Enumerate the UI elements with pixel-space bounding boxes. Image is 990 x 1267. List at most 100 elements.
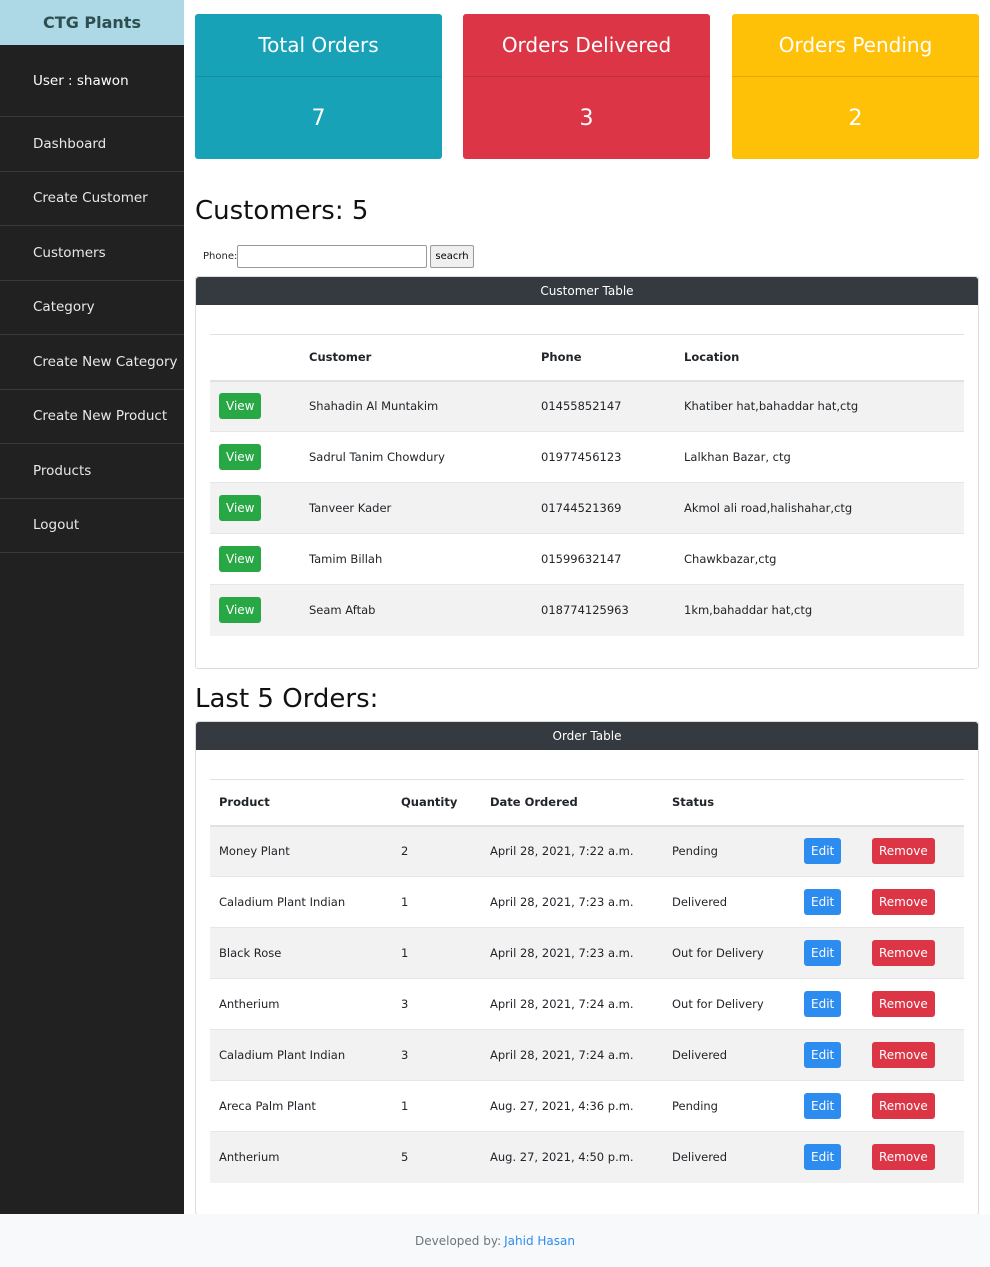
order-product: Antherium — [210, 1131, 392, 1183]
edit-button[interactable]: Edit — [804, 1093, 842, 1119]
column-header-quantity: Quantity — [392, 779, 481, 827]
customer-table: Customer Phone Location View Shahadin Al… — [210, 334, 964, 636]
author-link[interactable]: Jahid Hasan — [504, 1234, 575, 1248]
order-date: April 28, 2021, 7:23 a.m. — [481, 876, 663, 928]
customer-name: Tanveer Kader — [300, 482, 532, 534]
order-table: Product Quantity Date Ordered Status Mon… — [210, 779, 964, 1183]
phone-search-form: Phone: seacrh — [203, 244, 979, 269]
sidebar-item-logout[interactable]: Logout — [0, 499, 184, 553]
column-header-location: Location — [675, 334, 964, 382]
column-header — [210, 334, 300, 382]
edit-button[interactable]: Edit — [804, 889, 842, 915]
sidebar-item-create-new-product[interactable]: Create New Product — [0, 390, 184, 444]
remove-button[interactable]: Remove — [872, 1144, 935, 1171]
table-row: View Seam Aftab 018774125963 1km,bahadda… — [210, 584, 964, 636]
order-product: Black Rose — [210, 927, 392, 979]
customer-phone: 018774125963 — [532, 584, 675, 636]
view-button[interactable]: View — [219, 495, 262, 521]
edit-button[interactable]: Edit — [804, 991, 842, 1017]
table-row: Caladium Plant Indian 1 April 28, 2021, … — [210, 876, 964, 928]
order-product: Caladium Plant Indian — [210, 1029, 392, 1081]
view-button[interactable]: View — [219, 444, 262, 470]
orders-heading: Last 5 Orders: — [195, 684, 379, 714]
customer-table-title: Customer Table — [196, 277, 978, 305]
order-quantity: 1 — [392, 1080, 481, 1132]
customer-name: Sadrul Tanim Chowdury — [300, 431, 532, 483]
customer-location: Khatiber hat,bahaddar hat,ctg — [675, 380, 964, 432]
table-row: View Tamim Billah 01599632147 Chawkbazar… — [210, 533, 964, 585]
column-header-customer: Customer — [300, 334, 532, 382]
order-product: Money Plant — [210, 825, 392, 877]
card-value: 3 — [579, 105, 594, 131]
view-button[interactable]: View — [219, 597, 262, 624]
card-title: Orders Pending — [732, 14, 979, 77]
order-product: Caladium Plant Indian — [210, 876, 392, 928]
order-table-title: Order Table — [196, 722, 978, 750]
order-product: Antherium — [210, 978, 392, 1030]
card-value: 7 — [311, 105, 326, 131]
customer-phone: 01977456123 — [532, 431, 675, 483]
order-quantity: 1 — [392, 876, 481, 928]
total-orders-card: Total Orders 7 — [195, 14, 442, 159]
order-quantity: 3 — [392, 978, 481, 1030]
remove-button[interactable]: Remove — [872, 940, 935, 966]
sidebar-item-create-new-category[interactable]: Create New Category — [0, 335, 184, 390]
sidebar-item-category[interactable]: Category — [0, 281, 184, 335]
customer-location: Chawkbazar,ctg — [675, 533, 964, 585]
customer-location: 1km,bahaddar hat,ctg — [675, 584, 964, 636]
order-status: Delivered — [663, 876, 795, 928]
order-table-panel: Order Table Product Quantity Date Ordere… — [195, 721, 979, 1215]
table-row: Caladium Plant Indian 3 April 28, 2021, … — [210, 1029, 964, 1081]
search-button[interactable]: seacrh — [430, 245, 474, 268]
orders-delivered-card: Orders Delivered 3 — [463, 14, 710, 159]
order-quantity: 2 — [392, 825, 481, 877]
sidebar-item-products[interactable]: Products — [0, 444, 184, 499]
table-row: View Shahadin Al Muntakim 01455852147 Kh… — [210, 380, 964, 432]
order-status: Pending — [663, 1080, 795, 1132]
remove-button[interactable]: Remove — [872, 1093, 935, 1119]
stat-cards: Total Orders 7 Orders Delivered 3 Orders… — [195, 0, 979, 160]
customer-name: Seam Aftab — [300, 584, 532, 636]
customer-location: Akmol ali road,halishahar,ctg — [675, 482, 964, 534]
view-button[interactable]: View — [219, 546, 262, 572]
card-value: 2 — [848, 105, 863, 131]
table-row: Areca Palm Plant 1 Aug. 27, 2021, 4:36 p… — [210, 1080, 964, 1132]
order-status: Delivered — [663, 1131, 795, 1183]
table-row: Money Plant 2 April 28, 2021, 7:22 a.m. … — [210, 825, 964, 877]
order-status: Out for Delivery — [663, 978, 795, 1030]
edit-button[interactable]: Edit — [804, 940, 842, 966]
brand-title[interactable]: CTG Plants — [0, 0, 184, 45]
sidebar-item-dashboard[interactable]: Dashboard — [0, 117, 184, 172]
orders-pending-card: Orders Pending 2 — [732, 14, 979, 159]
order-quantity: 1 — [392, 927, 481, 979]
footer-text: Developed by: — [415, 1233, 502, 1248]
customer-location: Lalkhan Bazar, ctg — [675, 431, 964, 483]
customer-phone: 01599632147 — [532, 533, 675, 585]
customer-phone: 01744521369 — [532, 482, 675, 534]
phone-search-input[interactable] — [237, 245, 428, 268]
card-title: Total Orders — [195, 14, 442, 77]
remove-button[interactable]: Remove — [872, 991, 935, 1017]
edit-button[interactable]: Edit — [804, 1144, 842, 1171]
order-quantity: 5 — [392, 1131, 481, 1183]
customer-name: Tamim Billah — [300, 533, 532, 585]
sidebar-item-customers[interactable]: Customers — [0, 226, 184, 281]
order-date: April 28, 2021, 7:24 a.m. — [481, 978, 663, 1030]
customer-phone: 01455852147 — [532, 380, 675, 432]
table-row: View Tanveer Kader 01744521369 Akmol ali… — [210, 482, 964, 534]
order-date: Aug. 27, 2021, 4:50 p.m. — [481, 1131, 663, 1183]
sidebar-user: User : shawon — [0, 45, 184, 117]
edit-button[interactable]: Edit — [804, 838, 842, 865]
remove-button[interactable]: Remove — [872, 889, 935, 915]
sidebar-item-create-customer[interactable]: Create Customer — [0, 172, 184, 226]
column-header — [863, 779, 964, 827]
phone-label: Phone: — [203, 251, 238, 262]
order-status: Pending — [663, 825, 795, 877]
remove-button[interactable]: Remove — [872, 838, 935, 865]
order-date: April 28, 2021, 7:22 a.m. — [481, 825, 663, 877]
customer-name: Shahadin Al Muntakim — [300, 380, 532, 432]
customer-table-panel: Customer Table Customer Phone Location V… — [195, 276, 979, 669]
view-button[interactable]: View — [219, 393, 262, 420]
edit-button[interactable]: Edit — [804, 1042, 842, 1068]
remove-button[interactable]: Remove — [872, 1042, 935, 1068]
